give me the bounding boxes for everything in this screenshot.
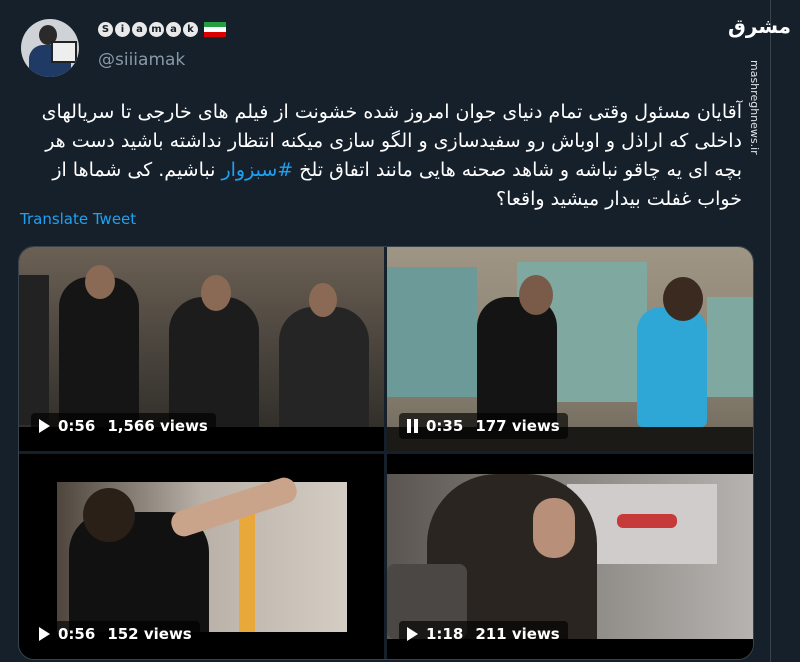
name-letter: i (115, 22, 130, 37)
name-letter: S (98, 22, 113, 37)
video-thumbnail-3[interactable]: 0:56 152 views (19, 454, 384, 659)
video-thumbnail-1[interactable]: 0:56 1,566 views (19, 247, 384, 451)
watermark-site: mashreghnews.ir (745, 60, 763, 170)
video-duration: 0:35 (426, 417, 464, 435)
name-letter: m (149, 22, 164, 37)
watermark-site-text: mashreghnews.ir (748, 60, 761, 155)
video-thumbnail-2[interactable]: 0:35 177 views (387, 247, 753, 451)
name-letter: a (166, 22, 181, 37)
video-duration: 0:56 (58, 625, 96, 643)
video-overlay: 1:18 211 views (399, 621, 568, 647)
pause-icon[interactable] (407, 419, 418, 433)
play-icon[interactable] (39, 419, 50, 433)
divider (770, 0, 771, 662)
name-letter: a (132, 22, 147, 37)
mashregh-logo: مشرق (728, 14, 792, 38)
user-handle[interactable]: @siiiamak (98, 50, 185, 70)
tweet-text: آقایان مسئول وقتی تمام دنیای جوان امروز … (20, 98, 742, 214)
hashtag-link[interactable]: #سبزوار (221, 159, 293, 181)
play-icon[interactable] (407, 627, 418, 641)
tweet-card: S i a m a k @siiiamak آقایان مسئول وقتی … (0, 0, 770, 662)
video-duration: 1:18 (426, 625, 464, 643)
media-grid: 0:56 1,566 views 0:35 177 views 0:56 152… (18, 246, 754, 660)
translate-tweet-link[interactable]: Translate Tweet (20, 210, 136, 228)
video-duration: 0:56 (58, 417, 96, 435)
video-overlay: 0:56 152 views (31, 621, 200, 647)
video-views: 152 views (107, 625, 192, 643)
avatar[interactable] (21, 19, 79, 77)
name-letter: k (183, 22, 198, 37)
display-name[interactable]: S i a m a k (98, 22, 226, 37)
video-views: 1,566 views (107, 417, 208, 435)
video-views: 211 views (475, 625, 560, 643)
iran-flag-icon (204, 22, 226, 37)
video-thumbnail-4[interactable]: 1:18 211 views (387, 454, 753, 659)
play-icon[interactable] (39, 627, 50, 641)
video-overlay: 0:56 1,566 views (31, 413, 216, 439)
video-views: 177 views (475, 417, 560, 435)
video-overlay: 0:35 177 views (399, 413, 568, 439)
